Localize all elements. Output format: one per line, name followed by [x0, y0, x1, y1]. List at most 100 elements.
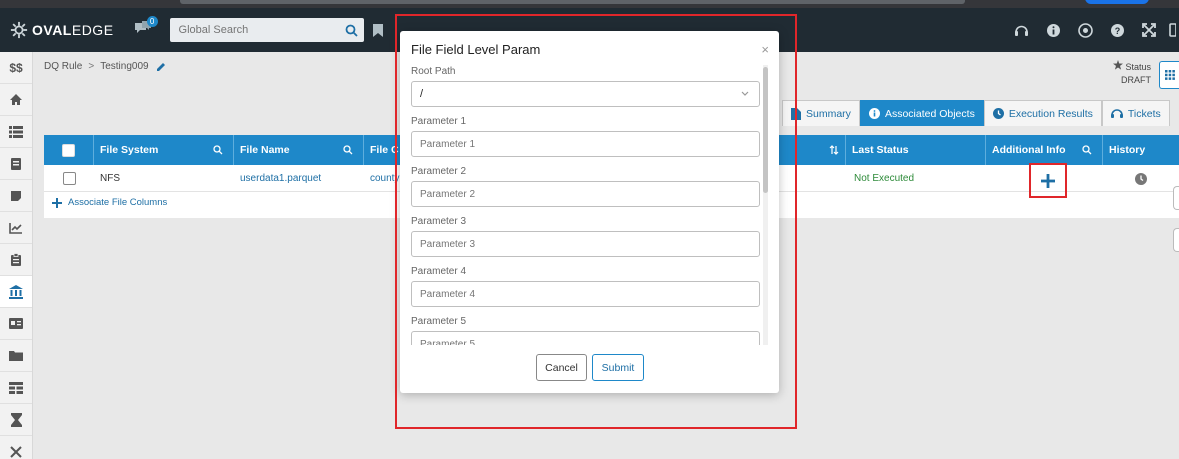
right-edge-handle[interactable]	[1173, 228, 1179, 252]
browser-profile-pill[interactable]	[1085, 0, 1149, 4]
apps-grid-icon	[1164, 70, 1175, 80]
cell-file-system: NFS	[100, 173, 120, 184]
notifications-button[interactable]: 0	[134, 16, 158, 40]
column-header-file-system[interactable]: File System	[94, 135, 234, 165]
browser-tab-bar	[180, 0, 965, 4]
breadcrumb-separator: >	[88, 61, 95, 72]
column-header-file-name[interactable]: File Name	[234, 135, 364, 165]
file-field-level-param-modal: File Field Level Param × Root Path / Par…	[400, 31, 779, 393]
parameter-3-field[interactable]	[411, 231, 760, 257]
info-icon[interactable]	[1037, 23, 1069, 38]
sidebar-item-catalog[interactable]	[0, 116, 32, 148]
parameter-3-label: Parameter 3	[411, 216, 467, 227]
cell-history	[1103, 165, 1179, 192]
sidebar-item-jobs[interactable]	[0, 404, 32, 436]
sidebar-item-tools[interactable]	[0, 436, 32, 459]
plus-icon	[52, 197, 62, 208]
sidebar-item-dictionary[interactable]	[0, 148, 32, 180]
chevron-down-icon	[741, 91, 749, 96]
global-search-input[interactable]	[178, 24, 329, 36]
list-icon	[9, 125, 23, 138]
svg-text:?: ?	[1114, 26, 1120, 36]
column-header-additional-info[interactable]: Additional Info	[986, 135, 1103, 165]
additional-info-add-button[interactable]	[1029, 163, 1067, 198]
left-sidebar: $$	[0, 52, 33, 459]
detail-tabs: Summary Associated Objects Execution Res…	[782, 100, 1170, 126]
expand-icon[interactable]	[1133, 23, 1165, 37]
row-select	[44, 165, 94, 192]
sidebar-item-governance[interactable]	[0, 276, 32, 308]
column-search-icon[interactable]	[213, 145, 223, 155]
cell-last-status: Not Executed	[854, 173, 915, 184]
browser-chrome-strip	[0, 0, 1179, 8]
more-icon[interactable]	[1165, 23, 1179, 37]
parameter-4-field[interactable]	[411, 281, 760, 307]
modal-form: Root Path / Parameter 1 Parameter 2 Para…	[411, 65, 761, 345]
sidebar-item-home[interactable]	[0, 84, 32, 116]
sidebar-item-folders[interactable]	[0, 340, 32, 372]
id-card-icon	[9, 318, 23, 329]
row-checkbox[interactable]	[62, 172, 76, 185]
breadcrumb-current: Testing009	[100, 61, 149, 72]
column-header-last-status[interactable]: Last Status	[846, 135, 986, 165]
sidebar-item-contacts[interactable]	[0, 308, 32, 340]
close-icon[interactable]: ×	[761, 43, 769, 56]
search-icon[interactable]	[345, 24, 358, 37]
parameter-5-label: Parameter 5	[411, 316, 467, 327]
sidebar-item-dashboard[interactable]	[0, 372, 32, 404]
breadcrumb-root[interactable]: DQ Rule	[44, 61, 82, 72]
history-clock-icon[interactable]	[1135, 172, 1147, 185]
global-search[interactable]	[169, 18, 364, 42]
apps-grid-button[interactable]	[1159, 61, 1179, 89]
tab-execution-results[interactable]: Execution Results	[983, 100, 1102, 126]
star-icon[interactable]	[1112, 60, 1123, 70]
column-search-icon[interactable]	[1082, 145, 1092, 155]
parameter-2-input[interactable]	[420, 188, 740, 200]
edit-pencil-icon[interactable]	[156, 62, 166, 71]
status-indicator: Status DRAFT	[1112, 60, 1151, 87]
tab-tickets[interactable]: Tickets	[1101, 100, 1170, 126]
parameter-4-label: Parameter 4	[411, 266, 467, 277]
root-path-select[interactable]: /	[411, 81, 760, 107]
clipboard-icon	[11, 252, 21, 266]
top-right-icons: ?	[1005, 8, 1179, 52]
cell-file-name[interactable]: userdata1.parquet	[234, 165, 364, 192]
app-logo[interactable]: OVALEDGE	[10, 21, 114, 39]
headset-icon	[1110, 109, 1123, 118]
tab-summary[interactable]: Summary	[782, 100, 860, 126]
select-all-checkbox[interactable]	[62, 143, 75, 157]
column-header-history[interactable]: History	[1103, 135, 1179, 165]
grid-icon	[9, 381, 23, 394]
support-headset-icon[interactable]	[1005, 23, 1037, 38]
sidebar-item-reports[interactable]	[0, 212, 32, 244]
brand-name: OVALEDGE	[32, 22, 114, 38]
sidebar-item-currency[interactable]: $$	[0, 52, 32, 84]
hourglass-icon	[10, 412, 22, 427]
parameter-5-field[interactable]	[411, 331, 760, 345]
sidebar-item-notes[interactable]	[0, 180, 32, 212]
chrome-extension-icon[interactable]	[1069, 22, 1101, 38]
column-search-icon[interactable]	[343, 145, 353, 155]
parameter-1-input[interactable]	[420, 138, 740, 150]
help-icon[interactable]: ?	[1101, 23, 1133, 38]
cancel-button[interactable]: Cancel	[536, 354, 587, 381]
submit-button[interactable]: Submit	[592, 354, 644, 381]
right-edge-handle[interactable]	[1173, 186, 1179, 210]
associate-file-columns-link[interactable]: Associate File Columns	[52, 197, 167, 208]
bookmark-icon[interactable]	[372, 23, 384, 38]
tools-icon	[10, 445, 22, 458]
tab-associated-objects[interactable]: Associated Objects	[859, 100, 984, 126]
scrollbar-thumb[interactable]	[763, 67, 768, 193]
parameter-2-field[interactable]	[411, 181, 760, 207]
sidebar-item-tasks[interactable]	[0, 244, 32, 276]
parameter-4-input[interactable]	[420, 288, 740, 300]
home-icon	[10, 94, 22, 105]
parameter-5-input[interactable]	[420, 338, 740, 345]
parameter-1-field[interactable]	[411, 131, 760, 157]
modal-scrollbar[interactable]	[763, 65, 768, 345]
notification-count-badge: 0	[146, 16, 158, 27]
sort-icon[interactable]	[829, 145, 839, 155]
plus-icon	[1041, 173, 1055, 188]
parameter-3-input[interactable]	[420, 238, 740, 250]
chart-line-icon	[9, 222, 22, 234]
